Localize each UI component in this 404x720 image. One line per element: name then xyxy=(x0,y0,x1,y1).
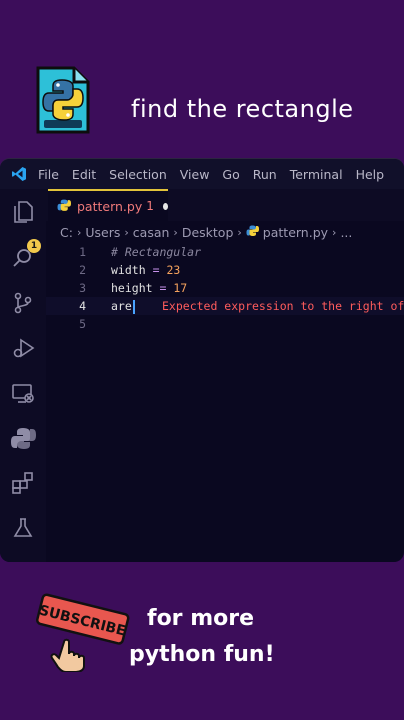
testing-icon[interactable] xyxy=(10,515,36,541)
python-file-icon xyxy=(57,197,71,216)
run-debug-icon[interactable] xyxy=(10,335,36,361)
python-file-icon xyxy=(246,224,259,240)
code-line-current: 4 are Expected expression to the right o… xyxy=(46,297,404,315)
promo-line-1: for more xyxy=(147,606,255,631)
breadcrumb-item[interactable]: Users xyxy=(85,225,120,240)
remote-explorer-icon[interactable] xyxy=(10,380,36,406)
variable-name: height xyxy=(111,281,153,295)
pointing-hand-icon xyxy=(50,638,85,673)
breadcrumb-item[interactable]: ... xyxy=(340,225,352,240)
breadcrumb-item[interactable]: C: xyxy=(60,225,73,240)
chevron-right-icon: › xyxy=(76,225,82,239)
menu-help[interactable]: Help xyxy=(356,167,385,182)
code-editor[interactable]: 1 # Rectangular 2 width = 23 3 height = … xyxy=(46,243,404,333)
line-number: 1 xyxy=(79,245,86,259)
text-cursor xyxy=(132,299,135,314)
files-icon[interactable] xyxy=(10,199,36,225)
line-number: 3 xyxy=(79,281,86,295)
chevron-right-icon: › xyxy=(237,225,242,239)
search-icon[interactable] xyxy=(10,245,36,271)
code-line: 1 # Rectangular xyxy=(46,243,404,261)
code-statement: are xyxy=(111,297,135,315)
activity-bar: 1 xyxy=(0,189,46,562)
code-line: 2 width = 23 xyxy=(46,261,404,279)
menu-terminal[interactable]: Terminal xyxy=(290,167,343,182)
menu-selection[interactable]: Selection xyxy=(109,167,167,182)
menu-run[interactable]: Run xyxy=(253,167,277,182)
chevron-right-icon: › xyxy=(124,225,129,239)
operator: = xyxy=(152,263,160,277)
line-number: 5 xyxy=(79,317,86,331)
chevron-right-icon: › xyxy=(173,225,178,239)
breadcrumb-item[interactable]: Desktop xyxy=(182,225,234,240)
extensions-icon[interactable] xyxy=(10,470,36,496)
menu-edit[interactable]: Edit xyxy=(72,167,96,182)
menu-bar: File Edit Selection View Go Run Terminal… xyxy=(0,159,404,189)
code-comment: # Rectangular xyxy=(111,245,202,259)
subscribe-badge[interactable]: SUBSCRIBE xyxy=(34,592,130,673)
vscode-window: File Edit Selection View Go Run Terminal… xyxy=(0,158,404,562)
menu-view[interactable]: View xyxy=(180,167,210,182)
unsaved-dot-icon[interactable] xyxy=(162,202,168,210)
breadcrumb: C: › Users › casan › Desktop › pattern.p… xyxy=(60,223,352,241)
error-lens-message: Expected expression to the right of xyxy=(162,299,404,313)
line-number: 4 xyxy=(79,299,86,313)
menu-file[interactable]: File xyxy=(38,167,59,182)
variable-name: width xyxy=(111,263,146,277)
promo-line-2: python fun! xyxy=(129,642,275,667)
header-title: find the rectangle xyxy=(131,95,354,123)
tab-problem-count: 1 xyxy=(146,199,154,213)
operator: = xyxy=(159,281,167,295)
code-line: 5 xyxy=(46,315,404,333)
tab-label: pattern.py xyxy=(77,198,143,214)
breadcrumb-item[interactable]: pattern.py xyxy=(263,225,328,240)
number-literal: 17 xyxy=(173,281,188,295)
menu-go[interactable]: Go xyxy=(222,167,239,182)
tab-bar: pattern.py 1 xyxy=(46,189,404,221)
code-statement: width = 23 xyxy=(111,261,180,279)
python-icon[interactable] xyxy=(10,425,36,451)
variable-name: are xyxy=(111,299,132,313)
python-file-logo-icon xyxy=(34,64,92,136)
code-line: 3 height = 17 xyxy=(46,279,404,297)
number-literal: 23 xyxy=(166,263,181,277)
line-number: 2 xyxy=(79,263,86,277)
tab-pattern-py[interactable]: pattern.py 1 xyxy=(48,189,168,221)
breadcrumb-item[interactable]: casan xyxy=(133,225,170,240)
code-statement: height = 17 xyxy=(111,279,187,297)
chevron-right-icon: › xyxy=(332,225,337,239)
vscode-logo-icon xyxy=(0,159,38,189)
source-control-icon[interactable] xyxy=(10,290,36,316)
